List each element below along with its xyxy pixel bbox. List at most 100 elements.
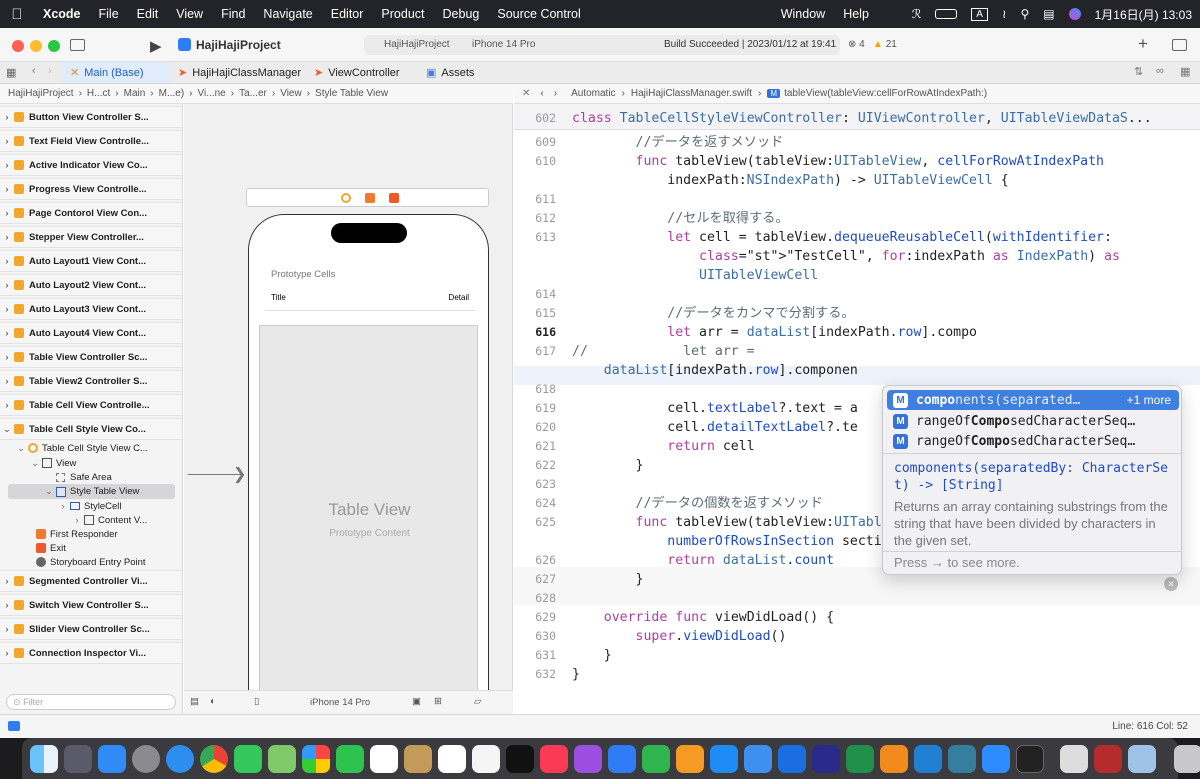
menu-app[interactable]: Xcode — [34, 7, 90, 21]
menu-view[interactable]: View — [167, 7, 212, 21]
jump-item[interactable]: View — [280, 88, 302, 99]
prototype-cell[interactable]: Title Detail — [265, 285, 475, 311]
menu-find[interactable]: Find — [212, 7, 254, 21]
run-button[interactable]: ▶ — [150, 37, 162, 55]
table-view[interactable]: Table View Prototype Content — [259, 325, 478, 715]
facetime-icon[interactable] — [336, 744, 364, 773]
dictionary-icon[interactable] — [1094, 744, 1122, 773]
outline-scene[interactable]: › Slider View Controller Sc... — [0, 618, 182, 640]
launchpad-icon[interactable] — [64, 744, 92, 773]
align-icon[interactable]: ▣ — [412, 696, 421, 707]
scheme-selector[interactable]: HajiHajiProject — [384, 39, 450, 50]
font-book-icon[interactable] — [1060, 744, 1088, 773]
freeform-icon[interactable] — [472, 744, 500, 773]
code-line[interactable]: 616 let arr = dataList[indexPath.row].co… — [514, 323, 1200, 342]
menu-navigate[interactable]: Navigate — [254, 7, 321, 21]
menu-source-control[interactable]: Source Control — [488, 7, 589, 21]
forward-icon[interactable]: › — [554, 88, 557, 99]
outline-scene[interactable]: › Auto Layout1 View Cont... — [0, 250, 182, 272]
device-orientation-icon[interactable]: ▯ — [254, 696, 259, 707]
outline-scene[interactable]: › Auto Layout3 View Cont... — [0, 298, 182, 320]
outline-item[interactable]: ⌄ View — [0, 456, 182, 470]
iphone-frame[interactable]: Prototype Cells Title Detail Table View … — [248, 214, 489, 715]
preview-icon[interactable] — [1128, 744, 1156, 773]
jump-item[interactable]: Ta...er — [239, 88, 267, 99]
code-line[interactable]: 631 } — [514, 646, 1200, 665]
menu-debug[interactable]: Debug — [434, 7, 489, 21]
tab-assets[interactable]: ▣ Assets — [418, 62, 482, 83]
settings-icon[interactable] — [132, 744, 160, 773]
editor-options-icon[interactable]: ▦ — [1180, 65, 1190, 78]
completion-item[interactable]: M rangeOf Compo sedCharacterSeq… — [887, 431, 1179, 451]
simulator-icon[interactable] — [744, 744, 772, 773]
keynote-icon[interactable] — [608, 744, 636, 773]
resolve-icon[interactable]: ▱ — [474, 696, 481, 707]
outline-scene[interactable]: › Text Field View Controlle... — [0, 130, 182, 152]
outline-filter[interactable]: ⊙ Filter — [6, 694, 176, 710]
menu-file[interactable]: File — [90, 7, 128, 21]
pages-icon[interactable] — [676, 744, 704, 773]
maps-icon[interactable] — [268, 744, 296, 773]
vscode-icon[interactable] — [914, 744, 942, 773]
code-line[interactable]: 629 override func viewDidLoad() { — [514, 608, 1200, 627]
zoom-window-button[interactable] — [48, 40, 60, 52]
menu-edit[interactable]: Edit — [128, 7, 168, 21]
photos-icon[interactable] — [302, 744, 330, 773]
menu-product[interactable]: Product — [372, 7, 433, 21]
device-selector[interactable]: iPhone 14 Pro — [472, 39, 535, 50]
menu-help[interactable]: Help — [834, 7, 878, 21]
close-window-button[interactable] — [12, 40, 24, 52]
close-editor-icon[interactable]: ✕ — [522, 88, 530, 99]
terminal-icon[interactable] — [1016, 744, 1044, 773]
code-line[interactable]: 613 let cell = tableView.dequeueReusable… — [514, 228, 1200, 247]
apple-icon[interactable]:  — [0, 6, 34, 23]
inspector-toggle-icon[interactable] — [1172, 39, 1187, 51]
jump-item[interactable]: H...ct — [87, 88, 110, 99]
dismiss-issue-icon[interactable]: ✕ — [1164, 577, 1178, 591]
jump-item[interactable]: Automatic — [571, 88, 615, 99]
music-icon[interactable] — [540, 744, 568, 773]
first-responder-icon[interactable] — [365, 193, 375, 203]
books-icon[interactable] — [880, 744, 908, 773]
outline-item[interactable]: › StyleCell — [0, 499, 182, 513]
instruments-icon[interactable] — [812, 744, 840, 773]
appearance-icon[interactable]: ◐ — [210, 696, 216, 707]
code-line[interactable]: dataList[indexPath.row].componen — [514, 361, 1200, 380]
outline-scene[interactable]: › Auto Layout4 View Cont... — [0, 322, 182, 344]
jump-item[interactable]: HajiHajiProject — [8, 88, 74, 99]
app-store-icon[interactable] — [710, 744, 738, 773]
jump-item[interactable]: HajiHajiClassManager.swift — [631, 88, 752, 99]
code-line[interactable]: 615 //データをカンマで分割する。 — [514, 304, 1200, 323]
outline-toggle-icon[interactable]: ▤ — [190, 696, 199, 707]
pin-icon[interactable]: ⊞ — [434, 696, 442, 707]
code-line[interactable]: 630 super.viewDidLoad() — [514, 627, 1200, 646]
reminders-icon[interactable] — [438, 744, 466, 773]
outline-scene[interactable]: › Stepper View Controller... — [0, 226, 182, 248]
tab-class-manager[interactable]: ➤ HajiHajiClassManager — [170, 62, 309, 83]
outline-scene[interactable]: › Table View Controller Sc... — [0, 346, 182, 368]
outline-scene[interactable]: › Auto Layout2 View Cont... — [0, 274, 182, 296]
code-line[interactable]: class="st">"TestCell", for:indexPath as … — [514, 247, 1200, 266]
code-line[interactable]: 611 — [514, 190, 1200, 209]
debug-toggle-icon[interactable] — [8, 721, 20, 731]
outline-item[interactable]: ⌄ Table Cell Style View C... — [0, 441, 182, 455]
code-line[interactable]: UITableViewCell — [514, 266, 1200, 285]
code-line[interactable]: 628 — [514, 589, 1200, 608]
outline-item[interactable]: › Content V... — [0, 513, 182, 527]
trash-icon[interactable] — [1174, 744, 1200, 773]
outline-scene[interactable]: › Progress View Controlle... — [0, 178, 182, 200]
outline-item[interactable]: Safe Area — [0, 470, 182, 484]
minimize-window-button[interactable] — [30, 40, 42, 52]
podcasts-icon[interactable] — [574, 744, 602, 773]
jump-item[interactable]: tableView(tableView:cellForRowAtIndexPat… — [784, 88, 987, 99]
project-title[interactable]: HajiHajiProject — [196, 38, 281, 52]
menu-window[interactable]: Window — [772, 7, 834, 21]
battery-icon[interactable] — [935, 9, 958, 19]
jump-item[interactable]: Vi...ne — [198, 88, 226, 99]
add-button[interactable]: + — [1138, 34, 1148, 54]
completion-item[interactable]: M rangeOf Compo sedCharacterSeq… — [887, 411, 1179, 431]
code-line[interactable]: 614 — [514, 285, 1200, 304]
code-line[interactable]: indexPath:NSIndexPath) -> UITableViewCel… — [514, 171, 1200, 190]
grid-icon[interactable]: ▦ — [6, 66, 16, 79]
xcode-icon[interactable] — [778, 744, 806, 773]
